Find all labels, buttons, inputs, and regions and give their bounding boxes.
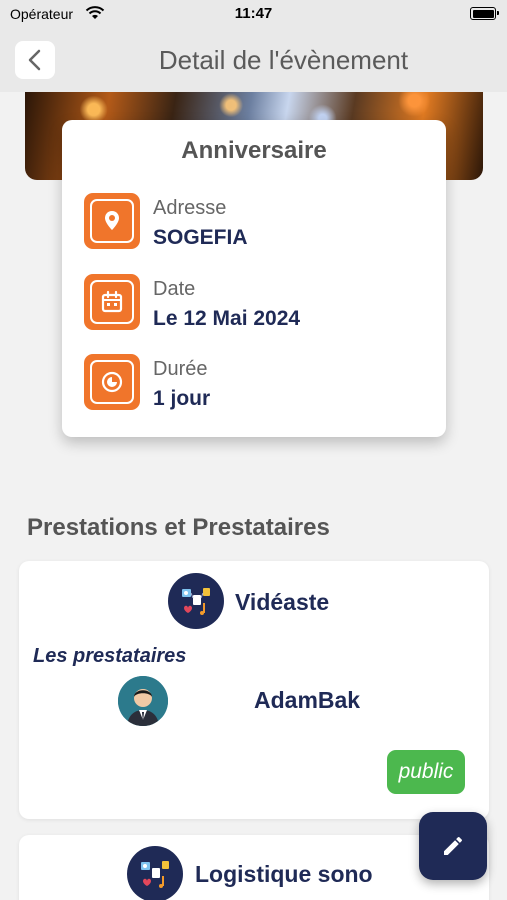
service-category-icon xyxy=(168,573,224,629)
event-info-card: Anniversaire Adresse SOGEFIA Date Le 12 xyxy=(62,120,446,437)
pencil-icon xyxy=(444,837,462,855)
service-card[interactable]: Vidéaste Les prestataires AdamBak public xyxy=(19,561,489,819)
service-category-icon xyxy=(127,846,183,900)
calendar-icon xyxy=(84,274,140,330)
back-button[interactable] xyxy=(15,41,55,79)
duration-value: 1 jour xyxy=(153,387,211,410)
service-name: Vidéaste xyxy=(235,589,330,615)
avatar[interactable] xyxy=(118,676,168,726)
provider-name[interactable]: AdamBak xyxy=(254,687,360,714)
address-row: Adresse SOGEFIA xyxy=(84,193,424,251)
duration-row: Durée 1 jour xyxy=(84,354,424,412)
service-name: Logistique sono xyxy=(195,861,373,887)
date-value: Le 12 Mai 2024 xyxy=(153,307,301,330)
address-label: Adresse xyxy=(153,197,227,219)
timer-icon xyxy=(84,354,140,410)
providers-label: Les prestataires xyxy=(33,645,187,667)
date-row: Date Le 12 Mai 2024 xyxy=(84,274,424,332)
edit-button[interactable] xyxy=(419,812,487,880)
status-bar: Opérateur 11:47 xyxy=(0,0,507,30)
battery-icon xyxy=(470,7,499,20)
date-label: Date xyxy=(153,278,196,300)
nav-header: Detail de l'évènement xyxy=(0,30,507,92)
chevron-left-icon xyxy=(28,49,41,71)
clock: 11:47 xyxy=(234,5,273,22)
event-title: Anniversaire xyxy=(181,137,327,164)
location-pin-icon xyxy=(84,193,140,249)
page-title: Detail de l'évènement xyxy=(158,45,409,75)
section-title: Prestations et Prestataires xyxy=(27,514,330,541)
address-value: SOGEFIA xyxy=(153,226,248,249)
visibility-badge: public xyxy=(387,750,465,794)
duration-label: Durée xyxy=(153,358,208,380)
